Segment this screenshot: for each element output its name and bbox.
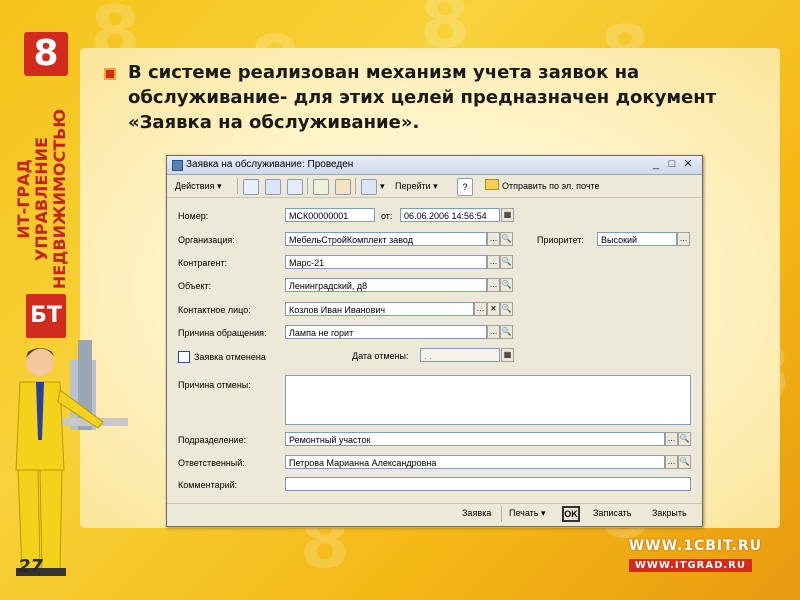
goto-menu[interactable]: Перейти ▾ (393, 178, 440, 194)
cancel-date-field[interactable]: . . (420, 348, 500, 362)
reason-field[interactable]: Лампа не горит (285, 325, 487, 339)
request-button[interactable]: Заявка (462, 508, 491, 518)
based-on-icon[interactable] (361, 179, 377, 195)
window-title: Заявка на обслуживание: Проведен (186, 159, 354, 170)
bullet-icon (104, 68, 116, 80)
businessman-illustration (15, 340, 128, 576)
responsible-select-button[interactable]: … (665, 455, 678, 469)
maximize-button[interactable]: □ (665, 158, 679, 171)
date-field[interactable]: 06.06.2006 14:56:54 (400, 208, 500, 222)
responsible-field[interactable]: Петрова Марианна Александровна (285, 455, 665, 469)
contact-label: Контактное лицо: (178, 305, 251, 315)
actions-label: Действия (175, 181, 215, 191)
print-label: Печать (509, 508, 539, 518)
goto-label: Перейти (395, 181, 431, 191)
responsible-label: Ответственный: (178, 458, 245, 468)
department-open-icon[interactable]: 🔍 (678, 432, 691, 446)
reason-select-button[interactable]: … (487, 325, 500, 339)
bottom-button-bar: Заявка Печать ▾ OK Записать Закрыть (167, 503, 702, 526)
object-select-button[interactable]: … (487, 278, 500, 292)
document-window: Заявка на обслуживание: Проведен _ □ ✕ Д… (166, 155, 703, 527)
object-label: Объект: (178, 281, 212, 291)
date-label: от: (381, 211, 393, 221)
calendar-icon[interactable]: ▦ (501, 208, 514, 222)
brand-vertical-text: ИТ-ГРАД УПРАВЛЕНИЕ НЕДВИЖИМОСТЬЮ (14, 108, 69, 290)
cancel-date-label: Дата отмены: (352, 351, 409, 361)
department-label: Подразделение: (178, 435, 247, 445)
comment-label: Комментарий: (178, 480, 238, 490)
org-open-icon[interactable]: 🔍 (500, 232, 513, 246)
toolbar: Действия ▾ ▾ Перейти ▾ ? Отправить по эл… (167, 175, 702, 198)
contact-clear-icon[interactable]: ✕ (487, 302, 500, 316)
close-button[interactable]: Закрыть (652, 508, 687, 518)
contractor-select-button[interactable]: … (487, 255, 500, 269)
brand-strip: 8 ИТ-ГРАД УПРАВЛЕНИЕ НЕДВИЖИМОСТЬЮ БТ (14, 32, 70, 338)
post-icon[interactable] (313, 179, 329, 195)
department-field[interactable]: Ремонтный участок (285, 432, 665, 446)
contact-select-button[interactable]: … (474, 302, 487, 316)
object-open-icon[interactable]: 🔍 (500, 278, 513, 292)
cancel-calendar-icon[interactable]: ▦ (501, 348, 514, 362)
help-button[interactable]: ? (457, 178, 473, 196)
send-email-button[interactable]: Отправить по эл. почте (483, 178, 602, 194)
contact-field[interactable]: Козлов Иван Иванович (285, 302, 474, 316)
org-field[interactable]: МебельСтройКомплект завод (285, 232, 487, 246)
copy-icon[interactable] (243, 179, 259, 195)
cancel-reason-label: Причина отмены: (178, 380, 251, 390)
minimize-button[interactable]: _ (649, 158, 663, 171)
responsible-open-icon[interactable]: 🔍 (678, 455, 691, 469)
department-select-button[interactable]: … (665, 432, 678, 446)
org-label: Организация: (178, 235, 235, 245)
priority-field[interactable]: Высокий (597, 232, 677, 246)
site-url-main[interactable]: WWW.1CBIT.RU (629, 538, 762, 554)
cancel-reason-textarea[interactable] (285, 375, 691, 425)
brand-digit: 8 (24, 32, 68, 76)
cancelled-label: Заявка отменена (194, 352, 266, 362)
contractor-field[interactable]: Марс-21 (285, 255, 487, 269)
print-menu[interactable]: Печать ▾ (509, 508, 546, 519)
object-field[interactable]: Ленинградский, д8 (285, 278, 487, 292)
reason-open-icon[interactable]: 🔍 (500, 325, 513, 339)
send-email-label: Отправить по эл. почте (502, 181, 600, 191)
page-number: 27 (18, 556, 44, 577)
org-select-button[interactable]: … (487, 232, 500, 246)
structure-icon[interactable] (287, 179, 303, 195)
slide-headline: В системе реализован механизм учета заяв… (128, 62, 717, 133)
cancelled-checkbox[interactable] (178, 351, 190, 363)
unpost-icon[interactable] (335, 179, 351, 195)
actions-menu[interactable]: Действия ▾ (173, 178, 223, 194)
contact-open-icon[interactable]: 🔍 (500, 302, 513, 316)
number-label: Номер: (178, 211, 209, 221)
number-field[interactable]: МСК00000001 (285, 208, 375, 222)
priority-select-button[interactable]: … (677, 232, 690, 246)
window-titlebar[interactable]: Заявка на обслуживание: Проведен _ □ ✕ (167, 156, 702, 175)
contractor-open-icon[interactable]: 🔍 (500, 255, 513, 269)
site-url-secondary[interactable]: WWW.ITGRAD.RU (628, 559, 752, 572)
envelope-icon (485, 179, 499, 190)
comment-field[interactable] (285, 477, 691, 491)
close-window-button[interactable]: ✕ (681, 158, 695, 171)
based-on-dropdown[interactable]: ▾ (378, 178, 387, 194)
reason-label: Причина обращения: (178, 328, 267, 338)
ok-button[interactable]: OK (562, 506, 580, 522)
save-button[interactable]: Записать (593, 508, 631, 518)
document-icon (172, 160, 183, 171)
back-arrow-icon[interactable] (265, 179, 281, 195)
priority-label: Приоритет: (537, 235, 584, 245)
contractor-label: Контрагент: (178, 258, 228, 268)
